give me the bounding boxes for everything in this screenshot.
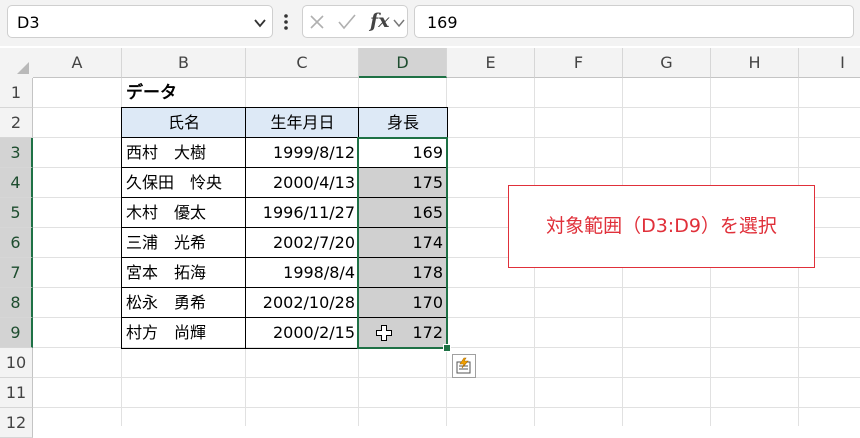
row-header-12[interactable]: 12 (0, 408, 33, 438)
row-header-7[interactable]: 7 (0, 258, 33, 288)
chevron-down-icon[interactable] (253, 16, 267, 30)
column-header-h[interactable]: H (711, 48, 799, 78)
annotation-callout: 対象範囲（D3:D9）を選択 (508, 185, 815, 268)
cell-name[interactable]: 三浦 光希 (122, 228, 246, 258)
select-all-corner[interactable] (0, 48, 33, 78)
sheet-title[interactable]: データ (122, 78, 246, 108)
header-height[interactable]: 身長 (359, 108, 447, 138)
row-header-3[interactable]: 3 (0, 138, 33, 168)
cancel-icon[interactable] (309, 14, 325, 30)
row-header-10[interactable]: 10 (0, 348, 33, 378)
column-header-a[interactable]: A (33, 48, 122, 78)
column-header-i[interactable]: I (799, 48, 860, 78)
column-header-d[interactable]: D (359, 48, 447, 78)
cell-name[interactable]: 西村 大樹 (122, 138, 246, 168)
cell-name[interactable]: 村方 尚輝 (122, 318, 246, 348)
cell-birthdate[interactable]: 1996/11/27 (246, 198, 359, 228)
cell-name[interactable]: 久保田 怜央 (122, 168, 246, 198)
insert-function-button[interactable]: fx (370, 10, 390, 32)
quick-analysis-icon (456, 357, 471, 374)
formula-input[interactable]: 169 (414, 5, 854, 38)
cell-name[interactable]: 木村 優太 (122, 198, 246, 228)
quick-analysis-button[interactable] (452, 354, 476, 378)
cell-birthdate[interactable]: 2000/2/15 (246, 318, 359, 348)
header-birthdate[interactable]: 生年月日 (246, 108, 359, 138)
cell-select-cursor-icon (376, 325, 392, 341)
more-options-icon[interactable] (284, 13, 288, 31)
name-box-value: D3 (17, 13, 40, 32)
cell-name[interactable]: 宮本 拓海 (122, 258, 246, 288)
formula-value: 169 (427, 13, 458, 32)
cell-birthdate[interactable]: 1998/8/4 (246, 258, 359, 288)
row-header-4[interactable]: 4 (0, 168, 33, 198)
cell-birthdate[interactable]: 2002/7/20 (246, 228, 359, 258)
chevron-down-icon[interactable] (393, 17, 405, 29)
formula-bar: D3 fx 169 (0, 0, 860, 46)
formula-buttons: fx (302, 5, 408, 38)
fill-handle[interactable] (443, 344, 451, 352)
column-header-g[interactable]: G (623, 48, 711, 78)
row-header-2[interactable]: 2 (0, 108, 33, 138)
header-name[interactable]: 氏名 (122, 108, 246, 138)
row-header-5[interactable]: 5 (0, 198, 33, 228)
column-header-f[interactable]: F (535, 48, 623, 78)
cell-name[interactable]: 松永 勇希 (122, 288, 246, 318)
row-header-9[interactable]: 9 (0, 318, 33, 348)
enter-check-icon[interactable] (338, 14, 356, 30)
column-header-c[interactable]: C (246, 48, 359, 78)
row-header-1[interactable]: 1 (0, 78, 33, 108)
cell-birthdate[interactable]: 2002/10/28 (246, 288, 359, 318)
row-header-11[interactable]: 11 (0, 378, 33, 408)
cell-birthdate[interactable]: 2000/4/13 (246, 168, 359, 198)
column-header-b[interactable]: B (122, 48, 246, 78)
name-box[interactable]: D3 (7, 5, 273, 38)
selection-range (357, 137, 448, 349)
column-header-e[interactable]: E (447, 48, 535, 78)
cell-birthdate[interactable]: 1999/8/12 (246, 138, 359, 168)
row-header-6[interactable]: 6 (0, 228, 33, 258)
row-header-8[interactable]: 8 (0, 288, 33, 318)
